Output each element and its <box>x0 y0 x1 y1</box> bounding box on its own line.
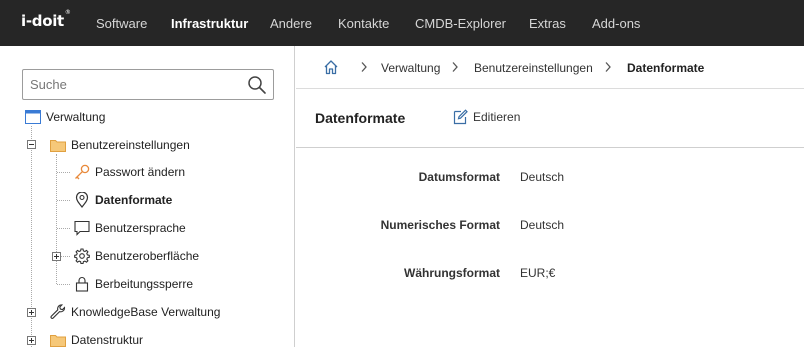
tree-item-label: Benutzeroberfläche <box>95 249 200 263</box>
lock-icon <box>74 276 90 292</box>
nav-extras[interactable]: Extras <box>529 16 566 31</box>
nav-add-ons[interactable]: Add-ons <box>592 16 640 31</box>
nav-software[interactable]: Software <box>96 16 147 31</box>
nav-andere[interactable]: Andere <box>270 16 312 31</box>
tree-connector <box>56 154 57 284</box>
tree-item-knowledgebase-verwaltung[interactable]: KnowledgeBase Verwaltung <box>50 302 220 322</box>
nav-cmdb-explorer[interactable]: CMDB-Explorer <box>415 16 506 31</box>
field-label-waehrungsformat: Währungsformat <box>404 266 500 280</box>
tree-item-verwaltung[interactable]: Verwaltung <box>25 107 105 127</box>
tree-item-label: KnowledgeBase Verwaltung <box>71 305 221 319</box>
tree-item-label: Verwaltung <box>46 110 106 124</box>
tree-item-label: Berbeitungssperre <box>95 277 194 291</box>
edit-button-label: Editieren <box>473 110 521 124</box>
tree-item-label: Benutzersprache <box>95 221 186 235</box>
logo-text: i-doit <box>21 12 64 30</box>
tree-item-label: Datenstruktur <box>71 333 144 347</box>
breadcrumb: Verwaltung Benutzereinstellungen Datenfo… <box>296 46 804 89</box>
field-value-waehrungsformat: EUR;€ <box>520 266 556 280</box>
chevron-right-icon <box>451 61 459 73</box>
tree-item-benutzereinstellungen[interactable]: Benutzereinstellungen <box>50 135 190 155</box>
content-header: Datenformate Editieren <box>296 90 804 148</box>
field-value-numerisches-format: Deutsch <box>520 218 565 232</box>
tree-item-passwort-aendern[interactable]: Passwort ändern <box>74 162 185 182</box>
edit-icon <box>452 109 468 125</box>
logo-mark: ® <box>64 9 71 16</box>
app-logo[interactable]: i-doit® <box>21 9 71 30</box>
field-value-datumsformat: Deutsch <box>520 170 565 184</box>
folder-icon <box>50 332 66 347</box>
tree-item-label: Datenformate <box>95 193 173 207</box>
gear-icon <box>74 248 90 264</box>
edit-button[interactable]: Editieren <box>452 109 520 125</box>
tree-item-datenstruktur[interactable]: Datenstruktur <box>50 330 143 347</box>
speech-bubble-icon <box>74 220 90 236</box>
tree-item-benutzersprache[interactable]: Benutzersprache <box>74 218 186 238</box>
wrench-icon <box>50 304 66 320</box>
tree-item-benutzeroberflaeche[interactable]: Benutzeroberfläche <box>74 246 199 266</box>
tree-connector <box>57 172 70 173</box>
tree-connector <box>57 284 70 285</box>
expand-toggle[interactable] <box>27 336 36 345</box>
search-box <box>22 69 274 100</box>
field-label-numerisches-format: Numerisches Format <box>380 218 500 232</box>
page-title: Datenformate <box>315 110 406 126</box>
folder-icon <box>50 137 66 153</box>
tree-item-label: Benutzereinstellungen <box>71 138 190 152</box>
sidebar: Verwaltung Benutzereinstellungen Passwor… <box>0 46 295 347</box>
chevron-right-icon <box>360 61 368 73</box>
tree-connector <box>57 200 70 201</box>
breadcrumb-verwaltung[interactable]: Verwaltung <box>381 61 440 75</box>
breadcrumb-datenformate: Datenformate <box>627 61 705 75</box>
search-icon[interactable] <box>247 75 267 95</box>
breadcrumb-benutzereinstellungen[interactable]: Benutzereinstellungen <box>474 61 593 75</box>
tree-connector <box>61 256 70 257</box>
key-icon <box>74 164 90 180</box>
tree-connector <box>57 228 70 229</box>
home-icon[interactable] <box>323 59 339 75</box>
expand-toggle[interactable] <box>27 308 36 317</box>
chevron-right-icon <box>604 61 612 73</box>
field-label-datumsformat: Datumsformat <box>418 170 500 184</box>
expand-toggle[interactable] <box>52 252 61 261</box>
tree-item-berbeitungssperre[interactable]: Berbeitungssperre <box>74 274 193 294</box>
collapse-toggle[interactable] <box>27 140 36 149</box>
window-icon <box>25 109 41 125</box>
nav-infrastruktur[interactable]: Infrastruktur <box>171 16 248 31</box>
search-input[interactable] <box>23 70 238 99</box>
top-navigation-bar: i-doit® Software Infrastruktur Andere Ko… <box>0 0 804 46</box>
nav-kontakte[interactable]: Kontakte <box>338 16 389 31</box>
tree-item-datenformate[interactable]: Datenformate <box>74 190 172 210</box>
location-pin-icon <box>74 192 90 208</box>
tree-item-label: Passwort ändern <box>95 165 186 179</box>
